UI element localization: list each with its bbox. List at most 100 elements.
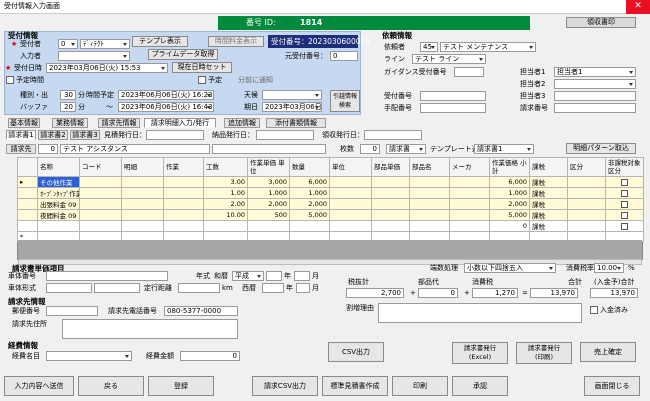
staff1-select[interactable]: 担当者1: [554, 67, 636, 77]
grid-cell[interactable]: ｵｰﾌﾟﾝﾀｯﾌﾟ作業: [37, 187, 80, 199]
tab-invoice3[interactable]: 請求書3: [70, 130, 100, 140]
grid-cell[interactable]: [163, 187, 204, 199]
grid-cell[interactable]: [567, 198, 606, 210]
tab-additional[interactable]: 追加情報: [224, 118, 260, 128]
primary-data-button[interactable]: プライムデータ取得: [148, 49, 218, 60]
era-year-field[interactable]: [266, 271, 282, 281]
row-checkbox[interactable]: [605, 187, 644, 199]
row-checkbox-box[interactable]: [621, 211, 628, 219]
grid-cell[interactable]: [163, 198, 204, 210]
parts-cost-field[interactable]: 0: [418, 288, 458, 298]
close-button[interactable]: ✕: [626, 0, 650, 14]
grid-cell[interactable]: [329, 176, 372, 188]
scheduled-checkbox[interactable]: [6, 76, 14, 84]
billing-address-field[interactable]: [62, 319, 238, 339]
grid-cell[interactable]: [449, 187, 490, 199]
csv-output-button[interactable]: CSV出力: [328, 342, 384, 362]
grid-cell[interactable]: 課税: [529, 198, 568, 210]
grid-cell[interactable]: [449, 176, 490, 188]
tax-rate-select[interactable]: 10.00: [594, 263, 624, 273]
standard-estimate-button[interactable]: 標準見積書作成: [322, 376, 388, 396]
tab-invoice2[interactable]: 請求書2: [38, 130, 68, 140]
grid-cell[interactable]: 500: [247, 209, 290, 221]
grid-cell[interactable]: [121, 220, 164, 232]
grid-cell[interactable]: 5,000: [489, 209, 530, 221]
row-checkbox[interactable]: [605, 176, 644, 188]
requester-no-select[interactable]: 45: [420, 42, 438, 52]
confirm-sales-button[interactable]: 売上確定: [580, 342, 636, 362]
receptor-no-select[interactable]: 0: [58, 39, 78, 49]
requester-name-select[interactable]: テスト メンテナンス: [440, 42, 536, 52]
receipt-date-field[interactable]: [364, 130, 422, 140]
total-field[interactable]: 13,970: [530, 288, 578, 298]
expense-amount-field[interactable]: 0: [180, 351, 240, 361]
grid-cell[interactable]: [203, 220, 248, 232]
issue-print-button[interactable]: 請求書発行 (印刷): [516, 342, 572, 364]
era-month-field[interactable]: [294, 271, 310, 281]
staff2-select[interactable]: [554, 79, 636, 89]
register-button[interactable]: 登録: [148, 376, 214, 396]
grid-cell[interactable]: 1,000: [489, 187, 530, 199]
grid-cell[interactable]: 2,000: [489, 198, 530, 210]
back-button[interactable]: 戻る: [78, 376, 144, 396]
bill-to-name-field[interactable]: テスト アシスタンス: [60, 144, 210, 154]
surcharge-reason-field[interactable]: [378, 303, 582, 323]
template-button[interactable]: テンプレ表示: [132, 36, 188, 47]
grid-cell[interactable]: 3,000: [247, 176, 290, 188]
row-checkbox[interactable]: [605, 209, 644, 221]
bill-to-extra-field[interactable]: [212, 144, 326, 154]
grid-cell[interactable]: [371, 187, 410, 199]
copies-field[interactable]: 0: [360, 144, 380, 154]
grid-cell[interactable]: 課税: [529, 176, 568, 188]
input-by-select[interactable]: [58, 51, 130, 61]
schedule-to-picker[interactable]: 2023年06月06日(火) 16:43: [118, 102, 214, 112]
grid-cell[interactable]: [567, 209, 606, 221]
line-select[interactable]: テスト ライン: [412, 54, 486, 64]
row-checkbox-box[interactable]: [621, 200, 628, 208]
western-month-field[interactable]: [296, 283, 310, 293]
grid-cell[interactable]: 出張料金 09: [37, 198, 80, 210]
grid-cell[interactable]: 課税: [529, 220, 568, 232]
mileage-field[interactable]: [178, 283, 220, 293]
row-checkbox[interactable]: [605, 198, 644, 210]
grid-cell[interactable]: [449, 209, 490, 221]
grid-cell[interactable]: [79, 187, 122, 199]
grid-cell[interactable]: [567, 220, 606, 232]
date-picker[interactable]: 2023年03月06日(火) 15:53: [46, 63, 168, 73]
grid-cell[interactable]: 課税: [529, 187, 568, 199]
billing-no-field[interactable]: [554, 103, 636, 113]
grid-cell[interactable]: [567, 176, 606, 188]
table-row[interactable]: ▸ その他作業 3.00 3,000 6,000 6,000 課税: [17, 176, 644, 188]
billing-phone-field[interactable]: 080-5377-0000: [164, 306, 238, 316]
car-model-field-2[interactable]: [94, 283, 140, 293]
close-screen-button[interactable]: 画面閉じる: [584, 376, 640, 396]
due-date-picker[interactable]: 2023年03月06日(火): [262, 102, 322, 112]
grid-cell[interactable]: [121, 198, 164, 210]
table-row[interactable]: 0 課税: [17, 220, 644, 232]
set-now-button[interactable]: 現在日時セット: [172, 62, 232, 73]
grid-cell[interactable]: [121, 187, 164, 199]
grid-cell[interactable]: [247, 220, 290, 232]
car-number-field[interactable]: [46, 271, 168, 281]
grid-cell[interactable]: [79, 176, 122, 188]
invoice-csv-button[interactable]: 請求CSV出力: [252, 376, 318, 396]
receptor-name-select[interactable]: ﾃﾞｨﾃｸﾄ: [80, 39, 130, 49]
template-select[interactable]: 請求書1: [474, 144, 534, 154]
receipt-print-button[interactable]: 領収書印: [566, 17, 636, 28]
western-year-field[interactable]: [262, 283, 284, 293]
row-checkbox-box[interactable]: [621, 189, 628, 197]
moving-info-search-button[interactable]: 引越情報 検索: [330, 90, 360, 112]
delivery-date-field[interactable]: [256, 130, 314, 140]
grid-cell[interactable]: その他作業: [37, 176, 80, 188]
table-row[interactable]: 夜間料金 09 10.00 500 5,000 5,000 課税: [17, 209, 644, 221]
rounding-select[interactable]: 小数以下四捨五入: [464, 263, 556, 273]
era-select[interactable]: 平成: [232, 271, 264, 281]
zip-field[interactable]: [46, 306, 98, 316]
tab-basic[interactable]: 基本情報: [8, 118, 40, 128]
deposited-checkbox[interactable]: [590, 306, 598, 314]
grid-cell[interactable]: [449, 198, 490, 210]
grid-cell[interactable]: [409, 209, 450, 221]
grid-cell[interactable]: 3.00: [203, 176, 248, 188]
grid-cell[interactable]: [79, 198, 122, 210]
grid-cell[interactable]: 6,000: [289, 176, 330, 188]
